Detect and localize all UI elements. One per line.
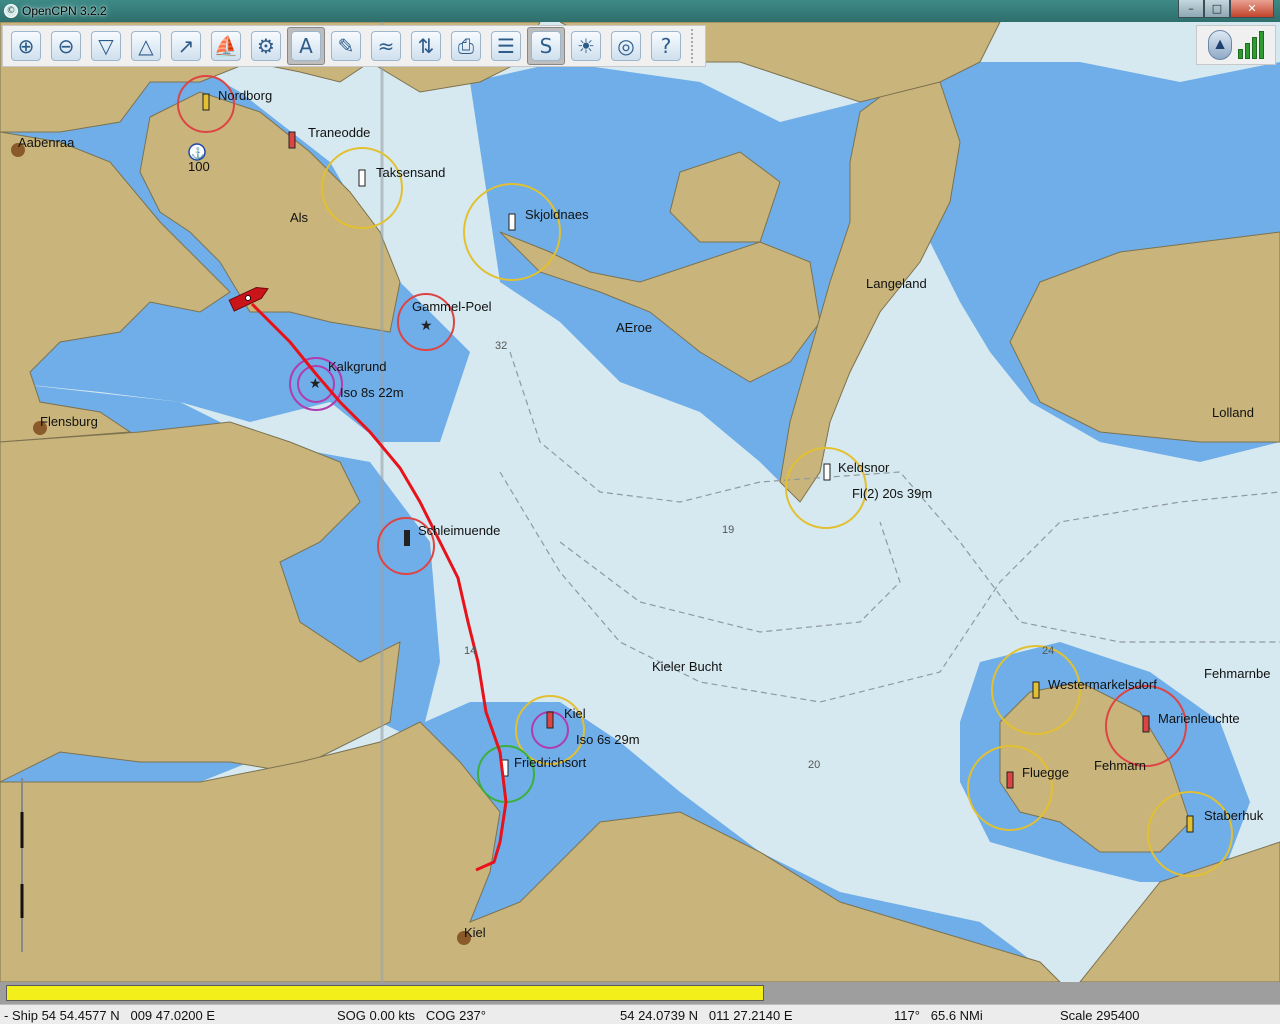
place-label: Skjoldnaes	[525, 207, 589, 222]
title-bar: © OpenCPN 3.2.2 – □ ✕	[0, 0, 1280, 22]
settings-button[interactable]: ⚙	[247, 27, 285, 65]
place-label: Fehmarnbe	[1204, 666, 1271, 681]
zoom-out-icon: ⊖	[51, 31, 81, 61]
svg-text:★: ★	[420, 317, 433, 333]
place-label: Traneodde	[308, 125, 371, 140]
scale-in-button[interactable]: ▽	[87, 27, 125, 65]
place-label: Taksensand	[376, 165, 446, 180]
depth-sounding: 20	[808, 759, 821, 771]
window-title: OpenCPN 3.2.2	[22, 4, 107, 18]
place-label: Iso 8s 22m	[340, 385, 404, 400]
zoom-in-button[interactable]: ⊕	[7, 27, 45, 65]
scale-out-button[interactable]: △	[127, 27, 165, 65]
place-label: Kalkgrund	[328, 359, 387, 374]
place-label: Staberhuk	[1204, 808, 1264, 823]
chart-scale: Scale 295400	[1060, 1008, 1140, 1023]
place-label: Friedrichsort	[514, 755, 587, 770]
color-scheme-icon: ☀	[571, 31, 601, 61]
auto-follow-icon: ⛵	[211, 31, 241, 61]
depth-sounding: 19	[722, 524, 735, 536]
piano-bar	[0, 982, 1280, 1004]
print-icon: ⎙	[451, 31, 481, 61]
cursor-position: 54 24.0739 N 011 27.2140 E	[620, 1008, 793, 1023]
ship-position: - Ship 54 54.4577 N 009 47.0200 E	[4, 1008, 216, 1023]
place-label: Schleimuende	[418, 523, 501, 538]
zoom-out-button[interactable]: ⊖	[47, 27, 85, 65]
tide-stations-button[interactable]: ⇅	[407, 27, 445, 65]
track-button[interactable]: S	[527, 27, 565, 65]
status-bar: - Ship 54 54.4577 N 009 47.0200 E SOG 0.…	[0, 1004, 1280, 1024]
place-label: 100	[188, 159, 210, 174]
close-button[interactable]: ✕	[1230, 0, 1274, 18]
place-label: Keldsnor	[838, 460, 890, 475]
place-label: Kiel	[564, 706, 586, 721]
color-scheme-button[interactable]: ☀	[567, 27, 605, 65]
gps-signal-icon	[1238, 31, 1264, 59]
auto-follow-button[interactable]: ⛵	[207, 27, 245, 65]
settings-icon: ⚙	[251, 31, 281, 61]
place-label: Nordborg	[218, 88, 273, 103]
depth-sounding: 24	[1042, 645, 1055, 657]
depth-sounding: 32	[495, 340, 508, 352]
route-manager-icon: ☰	[491, 31, 521, 61]
minimize-button[interactable]: –	[1178, 0, 1204, 18]
place-label: Kieler Bucht	[652, 659, 723, 674]
place-label: Gammel-Poel	[412, 299, 492, 314]
chart-canvas[interactable]: ★ ★ ⚓ Nordborg Aabenraa Traneodde 100 Taksen…	[0, 22, 1280, 982]
scale-out-icon: △	[131, 31, 161, 61]
place-label: AEroe	[616, 320, 653, 335]
app-icon: ©	[4, 4, 18, 18]
mob-button[interactable]: ◎	[607, 27, 645, 65]
bearing-distance: 117° 65.6 NMi	[894, 1008, 983, 1023]
chart-quilt-fill	[7, 986, 763, 1000]
track-icon: S	[531, 31, 561, 61]
current-button[interactable]: ✎	[327, 27, 365, 65]
help-button[interactable]: ?	[647, 27, 685, 65]
zoom-in-icon: ⊕	[11, 31, 41, 61]
window-controls: – □ ✕	[1178, 0, 1274, 18]
depth-sounding: 14	[464, 645, 477, 657]
place-label: Westermarkelsdorf	[1048, 677, 1157, 692]
tides-button[interactable]: ≈	[367, 27, 405, 65]
place-label: Marienleuchte	[1158, 711, 1240, 726]
place-label: Lolland	[1212, 405, 1254, 420]
place-label: Als	[290, 210, 309, 225]
place-label: Aabenraa	[18, 135, 75, 150]
place-label: Fluegge	[1022, 765, 1069, 780]
tides-icon: ≈	[371, 31, 401, 61]
tide-stations-icon: ⇅	[411, 31, 441, 61]
help-icon: ?	[651, 31, 681, 61]
place-label: Flensburg	[40, 414, 98, 429]
gps-status-box: ▲	[1196, 25, 1276, 65]
speed-course: SOG 0.00 kts COG 237°	[337, 1008, 486, 1023]
route-icon: ↗	[171, 31, 201, 61]
place-label: Fehmarn	[1094, 758, 1147, 773]
place-label: Kiel	[464, 925, 486, 940]
current-icon: ✎	[331, 31, 361, 61]
route-button[interactable]: ↗	[167, 27, 205, 65]
print-button[interactable]: ⎙	[447, 27, 485, 65]
compass-icon[interactable]: ▲	[1208, 30, 1232, 60]
place-label: Langeland	[866, 276, 927, 291]
main-toolbar: ⊕ ⊖ ▽ △ ↗ ⛵ ⚙ A ✎ ≈ ⇅ ⎙ ☰ S ☀ ◎?	[2, 25, 706, 67]
mob-icon: ◎	[611, 31, 641, 61]
toolbar-grip[interactable]	[691, 29, 697, 63]
scale-in-icon: ▽	[91, 31, 121, 61]
route-manager-button[interactable]: ☰	[487, 27, 525, 65]
text-button[interactable]: A	[287, 27, 325, 65]
place-label: Iso 6s 29m	[576, 732, 640, 747]
maximize-button[interactable]: □	[1204, 0, 1230, 18]
text-icon: A	[291, 31, 321, 61]
place-label: Fl(2) 20s 39m	[852, 486, 933, 501]
chart-quilt-bar[interactable]	[6, 985, 764, 1001]
